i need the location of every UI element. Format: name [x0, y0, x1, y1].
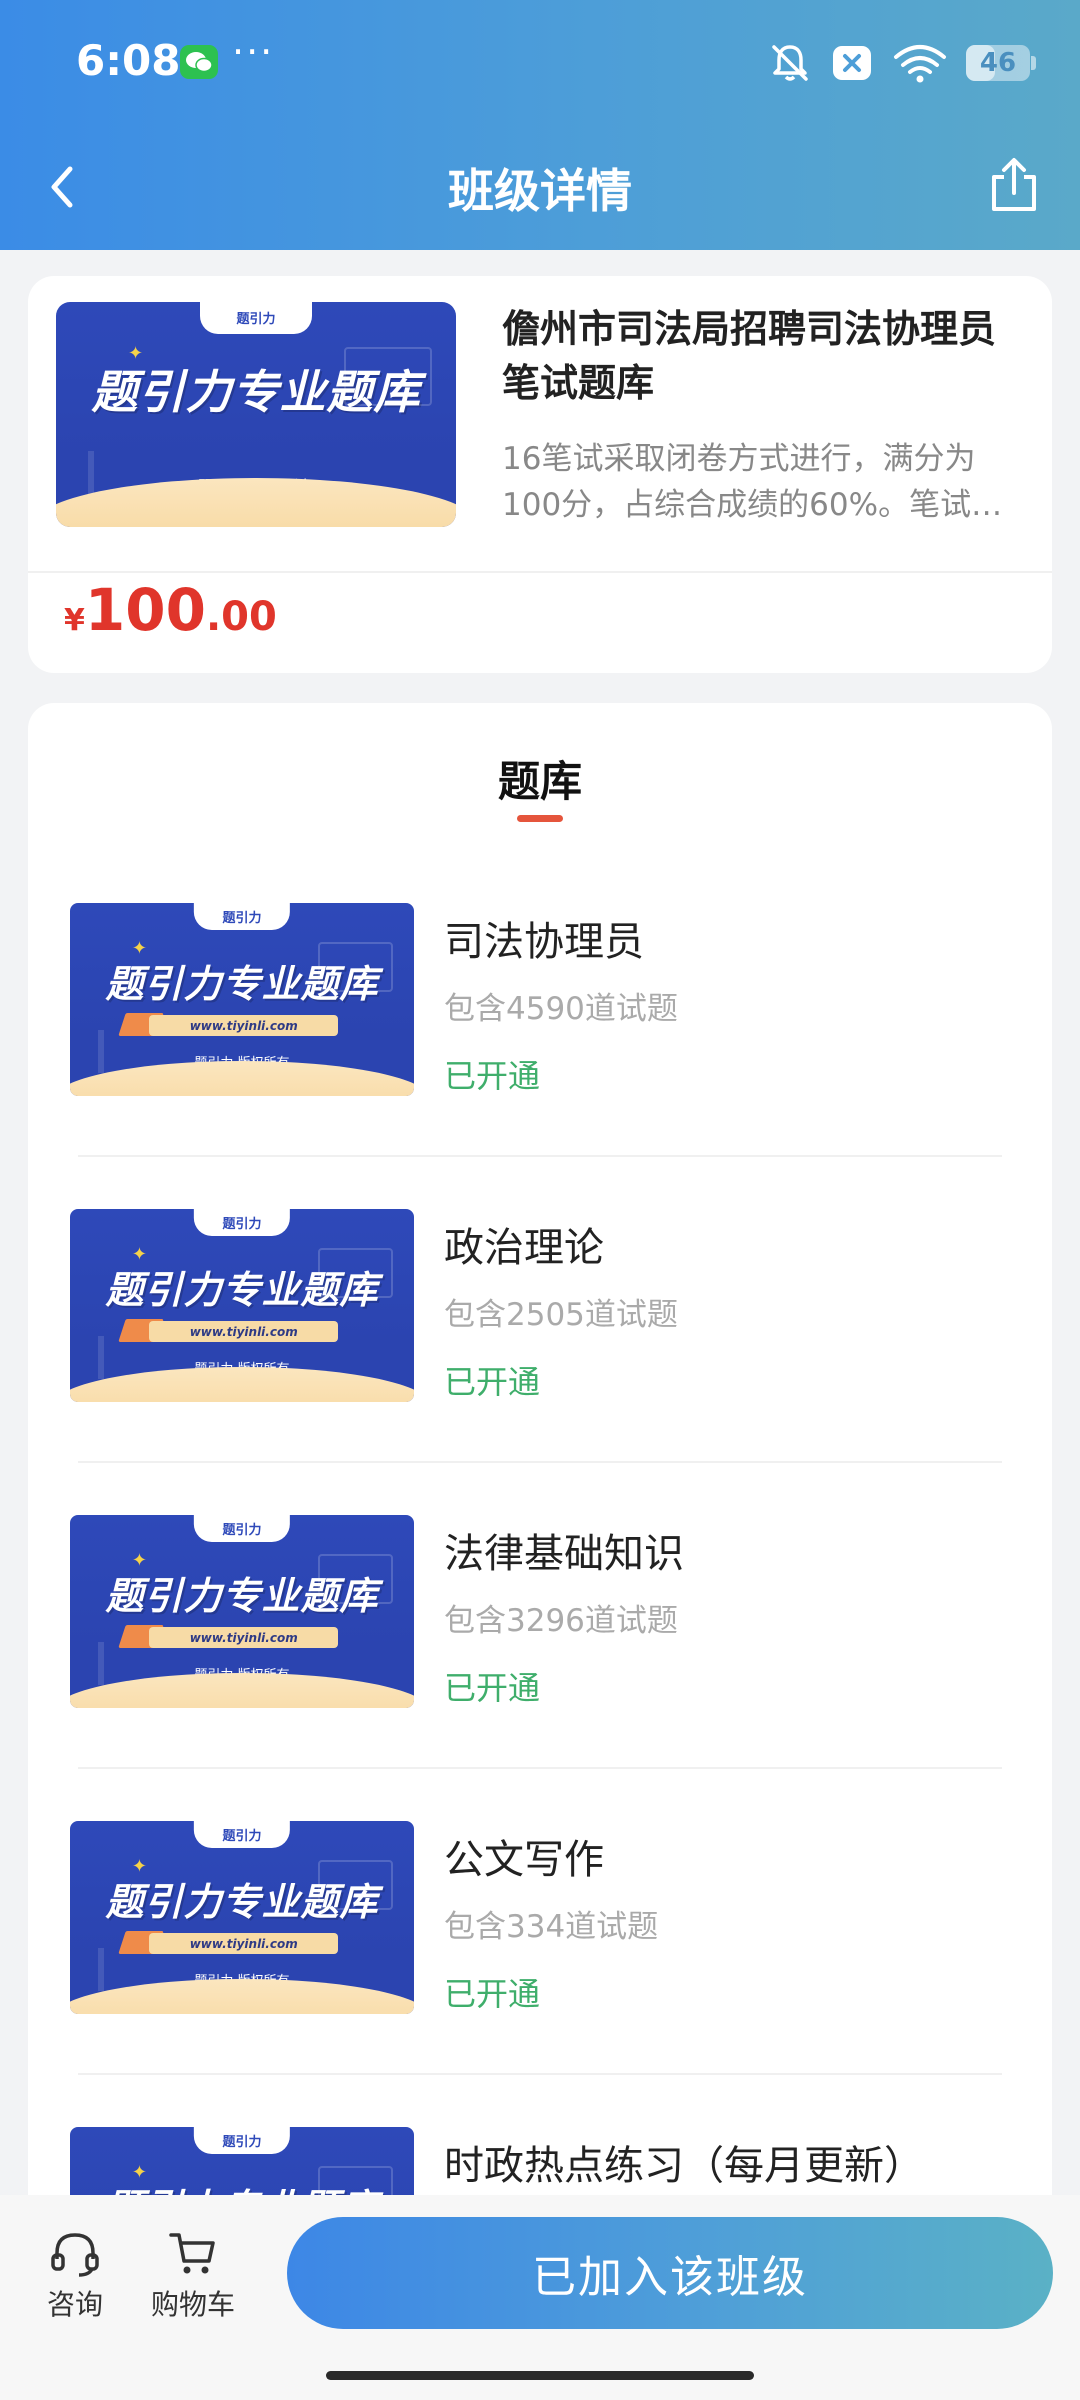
divider: [28, 571, 1052, 573]
cover-url: www.tiyinli.com: [149, 1320, 339, 1343]
cover-logo-tab: 题引力: [193, 903, 291, 931]
page-title: 班级详情: [448, 164, 632, 218]
bottom-bar: 咨询 购物车 已加入该班级: [0, 2195, 1080, 2400]
cover-logo-tab: 题引力: [200, 302, 312, 334]
mute-icon: [772, 45, 808, 81]
cover-url: www.tiyinli.com: [149, 1014, 339, 1037]
bank-item-status: 已开通: [444, 1975, 541, 2013]
bank-item-status: 已开通: [444, 1363, 541, 1401]
battery-icon: 46: [966, 45, 1036, 81]
cover-url: www.tiyinli.com: [149, 1932, 339, 1955]
bank-item-name: 政治理论: [444, 1225, 604, 1271]
class-info-card: 题引力 ✦ 题引力专业题库 题引力 版权所有 儋州市司法局招聘司法协理员笔试题库…: [28, 276, 1052, 673]
question-bank-item[interactable]: 题引力✦题引力专业题库www.tiyinli.com题引力 版权所有公文写作包含…: [28, 1821, 1052, 2127]
bank-item-count: 包含2505道试题: [444, 1297, 678, 1333]
question-bank-item[interactable]: 题引力✦题引力专业题库www.tiyinli.com题引力 版权所有法律基础知识…: [28, 1515, 1052, 1821]
nav-bar: 班级详情: [0, 125, 1080, 250]
bank-item-name: 法律基础知识: [444, 1531, 684, 1577]
cover-headline: 题引力专业题库: [105, 1880, 379, 1925]
question-bank-item[interactable]: 题引力✦题引力专业题库www.tiyinli.com题引力 版权所有司法协理员包…: [28, 903, 1052, 1209]
divider: [78, 1461, 1002, 1463]
class-description: 16笔试采取闭卷方式进行，满分为100分，占综合成绩的60%。笔试内容主要包括司…: [502, 441, 1003, 523]
cover-headline: 题引力专业题库: [105, 962, 379, 1007]
consult-label: 咨询: [46, 2288, 103, 2321]
bank-item-status: 已开通: [444, 1669, 541, 1707]
battery-level: 46: [979, 48, 1017, 78]
bank-cover-image: 题引力✦题引力专业题库www.tiyinli.com题引力 版权所有: [70, 1821, 414, 2014]
class-cover-image: 题引力 ✦ 题引力专业题库 题引力 版权所有: [56, 302, 456, 527]
cover-headline: 题引力专业题库: [91, 365, 421, 419]
more-notifications-icon: ···: [232, 30, 275, 74]
price-decimal: .00: [205, 594, 277, 640]
screen: 6:08 ··· 46 班级详情 题引力 ✦ 题引力专业题库 儋州市司法局招聘司…: [0, 0, 1080, 2400]
cover-logo-tab: 题引力: [193, 2127, 291, 2155]
divider: [78, 1767, 1002, 1769]
status-icons: 46: [768, 40, 1036, 86]
shopping-cart-icon: [169, 2233, 215, 2274]
share-icon[interactable]: [986, 155, 1042, 215]
bank-item-count: 包含3296道试题: [444, 1603, 678, 1639]
status-time: 6:08: [76, 36, 181, 85]
class-price: ¥100.00: [64, 576, 277, 644]
class-title: 儋州市司法局招聘司法协理员笔试题库: [502, 307, 997, 405]
home-indicator[interactable]: [326, 2371, 754, 2380]
header: 6:08 ··· 46 班级详情: [0, 0, 1080, 250]
bank-item-status: 已开通: [444, 1057, 541, 1095]
divider: [78, 2073, 1002, 2075]
bank-item-count: 包含334道试题: [444, 1909, 659, 1945]
cover-url: www.tiyinli.com: [149, 1626, 339, 1649]
divider: [78, 1155, 1002, 1157]
consult-button[interactable]: 咨询: [15, 2229, 135, 2323]
cover-logo-tab: 题引力: [193, 1209, 291, 1237]
close-badge-icon: [833, 46, 871, 80]
bank-item-count: 包含4590道试题: [444, 991, 678, 1027]
headset-icon: [51, 2233, 99, 2277]
wechat-icon: [180, 45, 218, 79]
price-symbol: ¥: [64, 603, 85, 638]
tab-question-bank[interactable]: 题库: [28, 748, 1052, 809]
cover-logo-tab: 题引力: [193, 1821, 291, 1849]
question-bank-card: 题库 题引力✦题引力专业题库www.tiyinli.com题引力 版权所有司法协…: [28, 703, 1052, 2381]
bank-cover-image: 题引力✦题引力专业题库www.tiyinli.com题引力 版权所有: [70, 903, 414, 1096]
tab-indicator: [517, 815, 563, 822]
status-bar: 6:08 ··· 46: [0, 0, 1080, 125]
cover-logo-tab: 题引力: [193, 1515, 291, 1543]
wifi-icon: [894, 45, 946, 83]
bank-cover-image: 题引力✦题引力专业题库www.tiyinli.com题引力 版权所有: [70, 1209, 414, 1402]
bank-item-name: 时政热点练习（每月更新）: [444, 2143, 924, 2189]
cover-headline: 题引力专业题库: [105, 1574, 379, 1619]
joined-class-button[interactable]: 已加入该班级: [287, 2217, 1053, 2329]
bank-item-name: 司法协理员: [444, 919, 644, 965]
price-integer: 100: [84, 576, 206, 644]
shopping-cart-label: 购物车: [150, 2288, 235, 2321]
bank-cover-image: 题引力✦题引力专业题库www.tiyinli.com题引力 版权所有: [70, 1515, 414, 1708]
bank-item-name: 公文写作: [444, 1837, 604, 1883]
cover-headline: 题引力专业题库: [105, 1268, 379, 1313]
shopping-cart-button[interactable]: 购物车: [133, 2229, 253, 2323]
question-bank-item[interactable]: 题引力✦题引力专业题库www.tiyinli.com题引力 版权所有政治理论包含…: [28, 1209, 1052, 1515]
